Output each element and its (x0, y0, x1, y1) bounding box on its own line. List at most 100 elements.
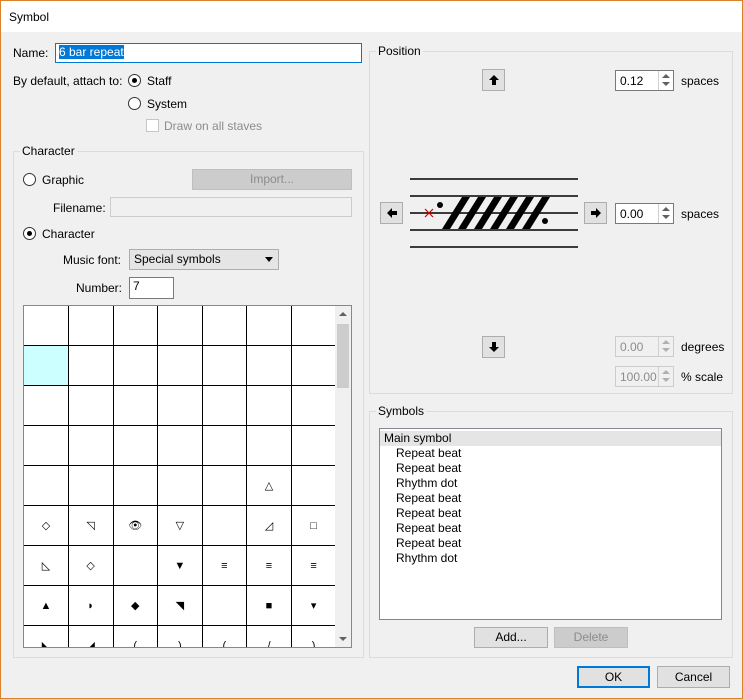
title-bar[interactable]: Symbol (1, 1, 742, 32)
glyph-cell[interactable] (157, 386, 203, 426)
scale-spin[interactable] (658, 367, 673, 386)
symbol-item[interactable]: Rhythm dot (380, 551, 721, 566)
spin-up-icon[interactable] (662, 207, 670, 211)
glyph-cell[interactable] (68, 426, 114, 466)
glyph-cell[interactable]: ( (113, 626, 159, 647)
glyph-cell[interactable]: ◇ (68, 546, 114, 586)
glyph-cell[interactable] (68, 306, 114, 346)
glyph-cell[interactable]: ◿ (247, 506, 292, 546)
symbol-item-main[interactable]: Main symbol (380, 431, 721, 446)
filename-field[interactable] (110, 197, 352, 217)
scrollbar-thumb[interactable] (337, 324, 349, 388)
glyph-cell[interactable] (113, 426, 159, 466)
ok-button[interactable]: OK (577, 666, 650, 688)
glyph-cell[interactable] (202, 346, 248, 386)
glyph-cell[interactable] (113, 546, 159, 586)
symbols-list[interactable]: Main symbol Repeat beat Repeat beat Rhythm … (379, 428, 722, 620)
glyph-cell[interactable] (202, 426, 248, 466)
glyph-grid-scrollbar[interactable] (335, 306, 351, 647)
glyph-cell[interactable] (113, 346, 159, 386)
glyph-cell[interactable] (157, 346, 203, 386)
move-right-button[interactable] (584, 202, 607, 224)
vertical-offset-stepper[interactable]: 0.12 (615, 70, 674, 91)
scroll-up-icon[interactable] (339, 312, 347, 316)
glyph-cell[interactable]: ▼ (157, 546, 203, 586)
vertical-offset-spin[interactable] (658, 71, 673, 90)
rotation-stepper[interactable]: 0.00 (615, 336, 674, 357)
glyph-cell[interactable]: ≡ (247, 546, 292, 586)
character-radio[interactable] (23, 227, 36, 240)
glyph-cell[interactable]: ◆ (113, 586, 159, 626)
system-radio-label[interactable]: System (147, 97, 187, 111)
glyph-cell[interactable] (291, 346, 337, 386)
move-down-button[interactable] (482, 336, 505, 358)
spin-down-icon[interactable] (662, 215, 670, 219)
spin-up-icon[interactable] (662, 370, 670, 374)
character-radio-label[interactable]: Character (42, 227, 95, 241)
glyph-cell[interactable]: ◹ (68, 506, 114, 546)
system-radio[interactable] (128, 97, 141, 110)
name-field[interactable]: 6 bar repeat (55, 43, 362, 63)
glyph-cell[interactable]: ≡ (291, 546, 337, 586)
glyph-cell[interactable]: ) (158, 626, 203, 647)
glyph-cell[interactable] (24, 306, 69, 346)
glyph-cell[interactable]: ( (202, 626, 248, 647)
spin-up-icon[interactable] (662, 74, 670, 78)
glyph-cell[interactable]: ■ (247, 586, 292, 626)
glyph-cell[interactable] (247, 426, 292, 466)
symbol-item[interactable]: Rhythm dot (380, 476, 721, 491)
add-symbol-button[interactable]: Add... (474, 627, 548, 648)
glyph-cell[interactable] (68, 466, 114, 506)
symbol-item[interactable]: Repeat beat (380, 461, 721, 476)
glyph-cell[interactable] (68, 346, 114, 386)
glyph-cell[interactable] (291, 466, 337, 506)
spin-up-icon[interactable] (662, 340, 670, 344)
glyph-cell[interactable] (68, 386, 114, 426)
horizontal-offset-stepper[interactable]: 0.00 (615, 203, 674, 224)
staff-radio-label[interactable]: Staff (147, 74, 171, 88)
glyph-cell[interactable] (113, 306, 159, 346)
glyph-cell[interactable] (24, 426, 69, 466)
glyph-cell[interactable] (24, 346, 69, 386)
symbol-item[interactable]: Repeat beat (380, 491, 721, 506)
glyph-cell[interactable]: ◢ (69, 626, 114, 647)
draw-all-staves-checkbox[interactable] (146, 119, 159, 132)
glyph-cell[interactable] (247, 306, 292, 346)
glyph-cell[interactable] (202, 586, 248, 626)
glyph-cell[interactable] (157, 426, 203, 466)
symbol-item[interactable]: Repeat beat (380, 536, 721, 551)
glyph-cell[interactable] (291, 306, 337, 346)
glyph-cell[interactable] (24, 386, 69, 426)
symbol-item[interactable]: Repeat beat (380, 446, 721, 461)
rotation-spin[interactable] (658, 337, 673, 356)
glyph-cell[interactable] (24, 466, 69, 506)
symbol-item[interactable]: Repeat beat (380, 506, 721, 521)
music-font-select[interactable]: Special symbols (129, 249, 279, 270)
glyph-cell[interactable] (157, 466, 203, 506)
graphic-radio[interactable] (23, 173, 36, 186)
spin-down-icon[interactable] (662, 348, 670, 352)
glyph-cell[interactable] (202, 506, 248, 546)
glyph-cell[interactable] (247, 346, 292, 386)
glyph-cell[interactable]: ◇ (24, 506, 69, 546)
glyph-cell[interactable]: ◣ (24, 626, 69, 647)
number-field[interactable]: 7 (129, 277, 174, 299)
scroll-down-icon[interactable] (339, 637, 347, 641)
delete-symbol-button[interactable]: Delete (554, 627, 628, 648)
glyph-cell[interactable] (291, 426, 337, 466)
glyph-cell[interactable]: ▾ (291, 586, 337, 626)
spin-down-icon[interactable] (662, 82, 670, 86)
glyph-cell[interactable] (202, 306, 248, 346)
glyph-cell[interactable]: ≡ (202, 546, 248, 586)
glyph-cell[interactable] (113, 466, 159, 506)
glyph-cell[interactable]: ▽ (157, 506, 203, 546)
glyph-cell[interactable]: ▲ (24, 586, 69, 626)
glyph-cell[interactable]: / (247, 626, 292, 647)
import-button[interactable]: Import... (192, 169, 352, 190)
glyph-cell[interactable]: ◥ (157, 586, 203, 626)
move-up-button[interactable] (482, 69, 505, 91)
glyph-cell[interactable] (291, 386, 337, 426)
glyph-cell[interactable]: △ (247, 466, 292, 506)
glyph-cell[interactable] (202, 466, 248, 506)
cancel-button[interactable]: Cancel (657, 666, 730, 688)
